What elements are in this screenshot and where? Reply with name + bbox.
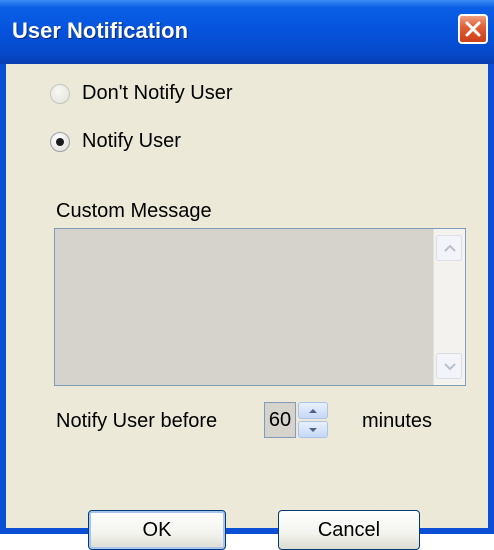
dialog-content: Don't Notify User Notify User Custom Mes… (6, 64, 488, 550)
ok-button[interactable]: OK (88, 510, 226, 550)
close-icon (465, 21, 481, 37)
cancel-button[interactable]: Cancel (278, 510, 420, 550)
spin-down-button[interactable] (298, 421, 328, 438)
radio-label: Notify User (82, 130, 181, 152)
user-notification-dialog: User Notification Don't Notify User Noti… (0, 0, 494, 550)
radio-button-icon (50, 83, 70, 104)
notify-before-row: Notify User before 60 minutes (56, 400, 476, 440)
title-bar[interactable]: User Notification (0, 0, 494, 64)
scroll-down-button[interactable] (436, 353, 462, 379)
radio-notify-user[interactable]: Notify User (50, 130, 181, 153)
minutes-input[interactable]: 60 (264, 402, 296, 438)
radio-label: Don't Notify User (82, 82, 233, 104)
radio-selected-dot (56, 137, 64, 146)
arrow-down-icon (309, 428, 317, 432)
notify-before-label: Notify User before (56, 410, 218, 432)
custom-message-textarea[interactable] (54, 228, 466, 386)
radio-dont-notify-user[interactable]: Don't Notify User (50, 82, 233, 105)
chevron-down-icon (444, 363, 456, 371)
scroll-up-button[interactable] (436, 235, 462, 261)
custom-message-label: Custom Message (56, 200, 212, 222)
vertical-scrollbar[interactable] (433, 229, 465, 385)
chevron-up-icon (444, 244, 456, 252)
window-title: User Notification (12, 18, 189, 43)
spin-up-button[interactable] (298, 402, 328, 419)
arrow-up-icon (309, 409, 317, 413)
minutes-spinner (298, 402, 328, 438)
close-button[interactable] (458, 14, 488, 44)
radio-button-icon (50, 131, 70, 152)
minutes-unit-label: minutes (362, 410, 433, 432)
